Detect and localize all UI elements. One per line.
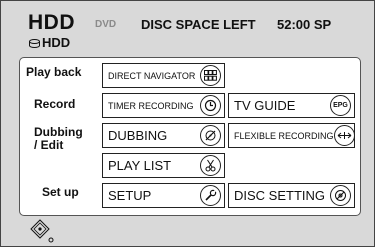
navigation-cursor-icon [30, 219, 54, 243]
dubbing-button[interactable]: DUBBING [102, 123, 225, 148]
current-drive-indicator: HDD [29, 35, 70, 50]
disc-space-label: DISC SPACE LEFT [141, 17, 256, 32]
row-label-dubbing-line2: / Edit [34, 138, 64, 152]
main-menu-screen: HDD DVD DISC SPACE LEFT 52:00 SP HDD Pla… [0, 0, 375, 247]
hdd-drive-icon [29, 39, 40, 48]
flexible-rec-icon [333, 125, 355, 146]
timer-recording-label: TIMER RECORDING [108, 100, 194, 111]
header-bar: HDD DVD DISC SPACE LEFT 52:00 SP HDD [1, 1, 374, 56]
footer-bar [1, 216, 374, 246]
drive-title: HDD [28, 11, 75, 34]
play-list-label: PLAY LIST [108, 158, 172, 173]
flexible-recording-button[interactable]: FLEXIBLE RECORDING [228, 123, 355, 148]
direct-navigator-button[interactable]: DIRECT NAVIGATOR [102, 63, 225, 88]
setup-button[interactable]: SETUP [102, 183, 225, 208]
dubbing-label: DUBBING [108, 128, 168, 143]
row-label-playback: Play back [26, 65, 82, 79]
row-label-dubbing: Dubbing / Edit [34, 126, 83, 152]
flexible-recording-label: FLEXIBLE RECORDING [234, 130, 334, 141]
clock-icon [200, 95, 221, 116]
grid-icon [200, 65, 221, 86]
dubbing-disc-icon [200, 125, 221, 146]
tv-guide-label: TV GUIDE [234, 98, 296, 113]
direct-navigator-label: DIRECT NAVIGATOR [108, 70, 196, 81]
timer-recording-button[interactable]: TIMER RECORDING [102, 93, 225, 118]
setup-label: SETUP [108, 188, 152, 203]
disc-setting-label: DISC SETTING [234, 188, 326, 203]
disc-space-value: 52:00 SP [277, 17, 332, 32]
epg-icon: EPG [330, 95, 351, 116]
row-label-record: Record [34, 97, 76, 111]
row-label-dubbing-line1: Dubbing [34, 125, 83, 139]
play-list-button[interactable]: PLAY LIST [102, 153, 225, 178]
disc-icon [330, 185, 351, 206]
current-drive-label: HDD [42, 35, 71, 50]
row-label-setup: Set up [42, 185, 79, 199]
menu-panel: Play back Record Dubbing / Edit Set up D… [19, 57, 361, 216]
dvd-drive-label[interactable]: DVD [95, 19, 116, 30]
scissors-icon [200, 155, 221, 176]
disc-setting-button[interactable]: DISC SETTING [228, 183, 355, 208]
wrench-icon [200, 185, 221, 206]
tv-guide-button[interactable]: TV GUIDE EPG [228, 93, 355, 118]
